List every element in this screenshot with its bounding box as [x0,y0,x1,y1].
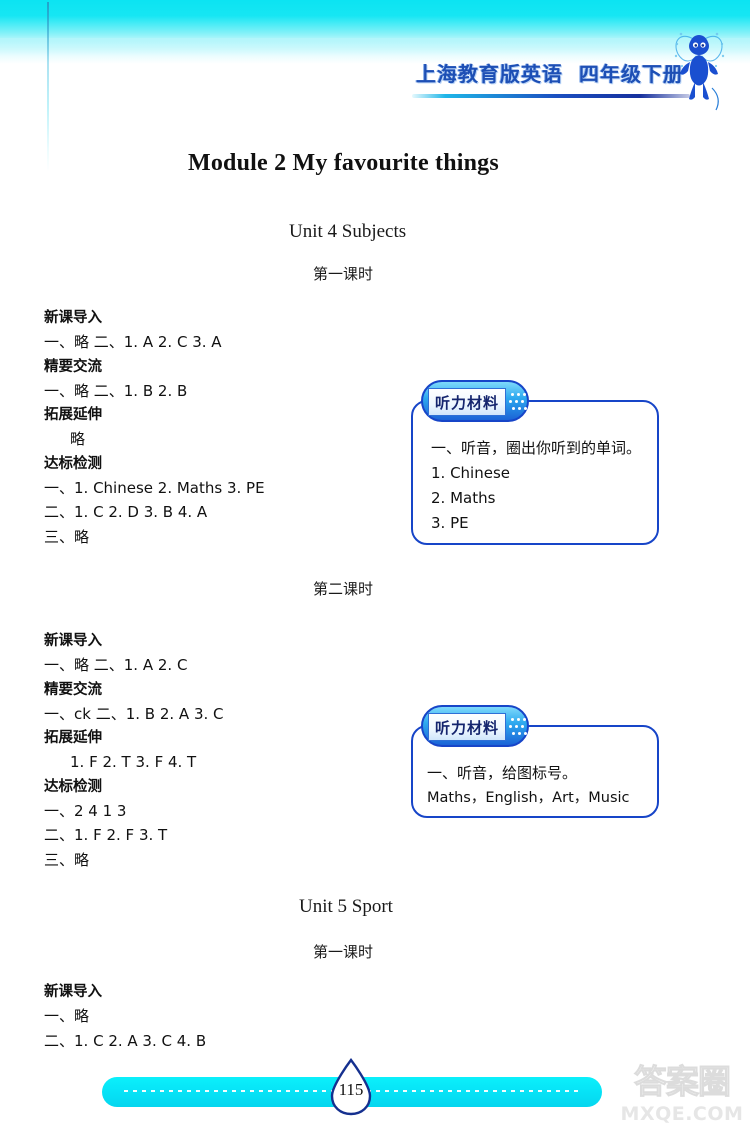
answer-heading: 拓展延伸 [44,407,102,423]
listening-material-box-2: 听力材料 一、听音，给图标号。 Maths，English，Art，Music [411,705,659,818]
answer-line: 二、1. C 2. D 3. B 4. A [44,503,208,521]
answer-block-u4-l1: 新课导入 一、略 二、1. A 2. C 3. A 精要交流 一、略 二、1. … [44,306,384,549]
unit-title-4: Unit 4 Subjects [289,221,407,242]
answer-line: 二、1. C 2. A 3. C 4. B [44,1031,207,1050]
answer-line: 一、略 二、1. A 2. C [44,656,188,674]
module-title: Module 2 My favourite things [188,150,499,176]
watermark-en: MXQE.COM [620,1103,744,1125]
badge-dots-icon [509,716,527,740]
listening-line: 一、听音，给图标号。 [427,764,578,782]
lesson-title-u4-l1: 第一课时 [313,265,374,283]
answer-line: 一、2 4 1 3 [44,801,127,820]
badge-dots-icon [509,391,527,415]
listening-material-badge-label: 听力材料 [428,388,506,416]
listening-material-body-2: 一、听音，给图标号。 Maths，English，Art，Music [413,761,671,811]
listening-line: 2. Maths [431,489,496,507]
listening-line: 3. PE [431,514,469,532]
unit-title-5: Unit 5 Sport [299,896,393,917]
listening-line: Maths，English，Art，Music [427,790,630,806]
listening-line: 一、听音，圈出你听到的单词。 [431,439,642,457]
answer-line: 一、略 二、1. B 2. B [44,381,188,400]
answer-line: 三、略 [44,527,90,546]
listening-material-box-1: 听力材料 一、听音，圈出你听到的单词。 1. Chinese 2. Maths … [411,380,659,545]
page-number: 115 [338,1080,364,1099]
answer-heading: 精要交流 [44,681,102,698]
answer-line: 1. F 2. T 3. F 4. T [70,753,197,771]
listening-material-body-1: 一、听音，圈出你听到的单词。 1. Chinese 2. Maths 3. PE [413,436,675,536]
answer-line: 二、1. F 2. F 3. T [44,826,168,844]
answer-line: 一、略 [44,1007,90,1025]
answer-line: 一、ck 二、1. B 2. A 3. C [44,704,224,723]
answer-heading: 达标检测 [44,778,102,795]
answer-block-u5-l1: 新课导入 一、略 二、1. C 2. A 3. C 4. B [44,980,384,1053]
answer-line: 一、1. Chinese 2. Maths 3. PE [44,478,265,497]
answer-line: 略 [70,430,86,448]
answer-heading: 新课导入 [44,984,102,1000]
lesson-title-u5-l1: 第一课时 [313,943,374,961]
lesson-title-u4-l2: 第二课时 [313,580,374,598]
answer-heading: 拓展延伸 [44,730,102,746]
answer-heading: 达标检测 [44,455,102,472]
answer-heading: 新课导入 [44,633,102,649]
answer-block-u4-l2: 新课导入 一、略 二、1. A 2. C 精要交流 一、ck 二、1. B 2.… [44,629,384,872]
listening-material-badge: 听力材料 [421,380,529,422]
listening-material-badge: 听力材料 [421,705,529,747]
answer-heading: 新课导入 [44,310,102,326]
listening-line: 1. Chinese [431,464,511,482]
listening-material-badge-label: 听力材料 [428,713,506,741]
answer-line: 三、略 [44,850,90,869]
site-watermark: 答案圈 MXQE.COM [618,1062,746,1136]
answer-heading: 精要交流 [44,358,102,375]
page-content: Module 2 My favourite things Unit 4 Subj… [0,0,750,1140]
watermark-cn: 答案圈 [634,1062,732,1102]
answer-line: 一、略 二、1. A 2. C 3. A [44,333,222,351]
